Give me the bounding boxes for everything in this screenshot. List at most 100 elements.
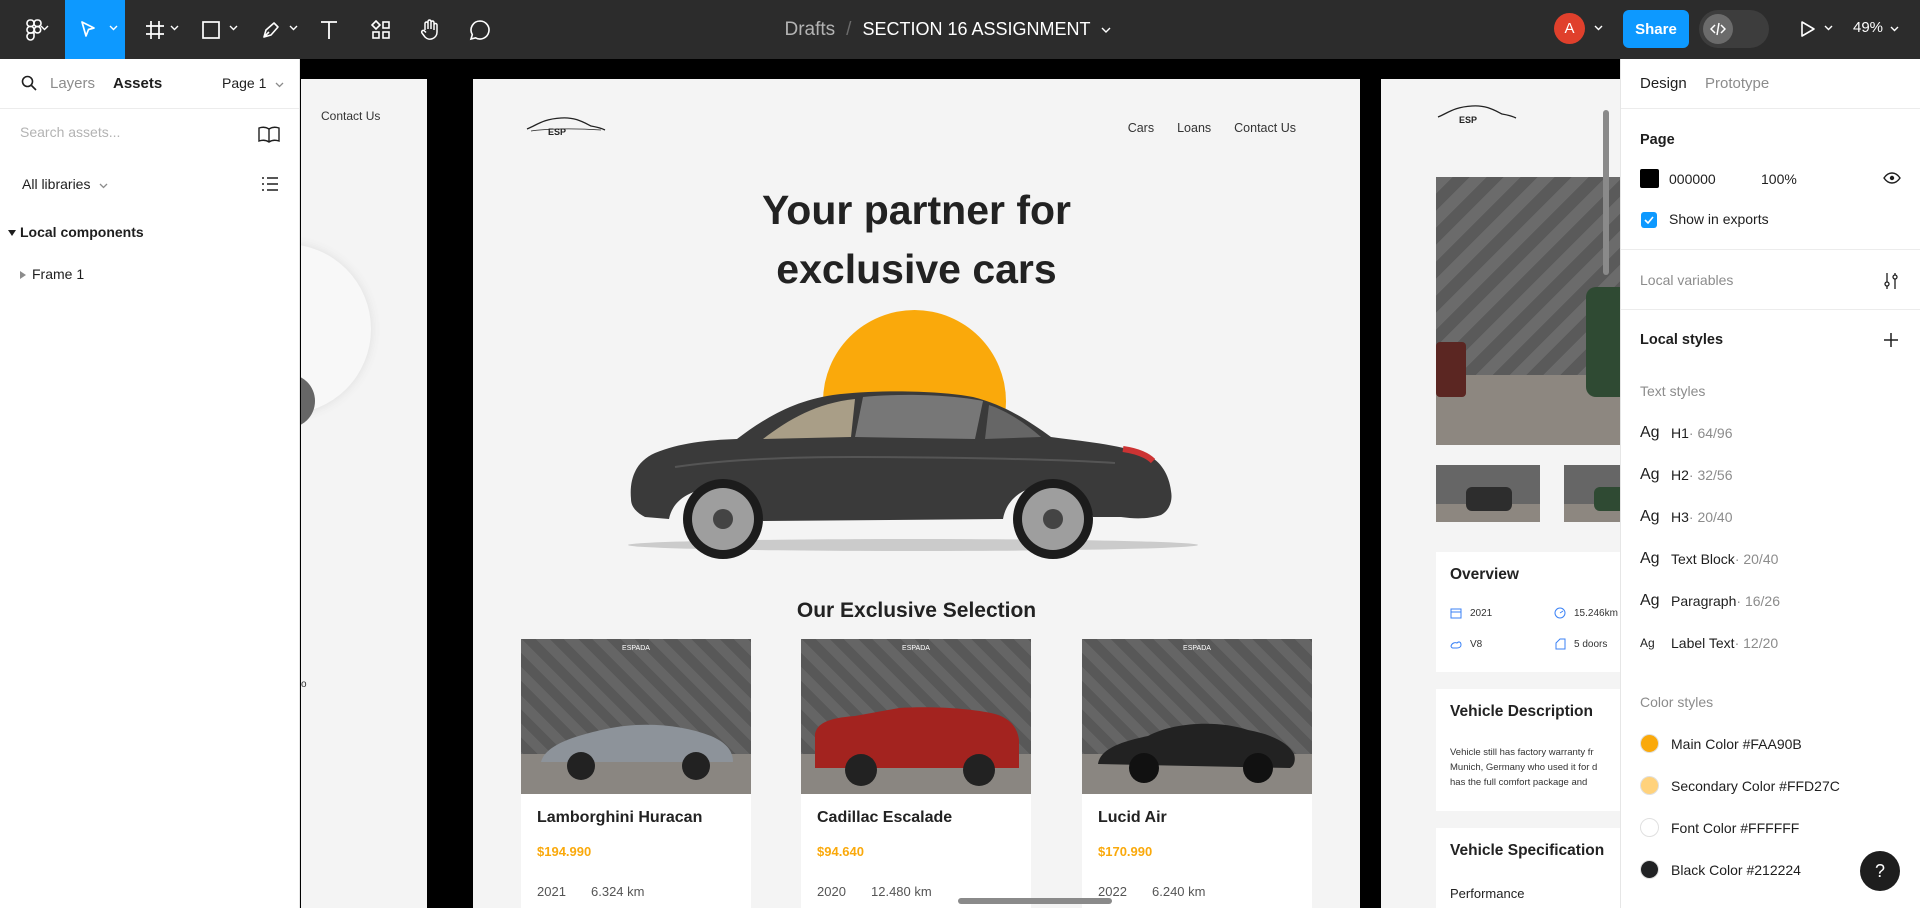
chevron-down-icon	[1890, 26, 1899, 32]
frame-main[interactable]: ESP Cars Loans Contact Us Your partner f…	[473, 79, 1360, 908]
caret-down-icon	[8, 230, 16, 236]
car-image	[815, 707, 1019, 786]
site-nav: Cars Loans Contact Us	[1128, 121, 1296, 135]
frame-tool-icon[interactable]	[140, 0, 170, 59]
hand-tool-icon[interactable]	[416, 0, 444, 59]
color-style-font[interactable]: Font Color #FFFFFF	[1640, 818, 1799, 837]
description-line: Munich, Germany who used it for d	[1450, 762, 1598, 773]
text-style-h3[interactable]: Ag H3 · 20/40	[1640, 507, 1733, 527]
tab-design[interactable]: Design	[1640, 75, 1687, 92]
car-mileage: 12.480 km	[871, 884, 932, 899]
vehicle-thumbnail	[1436, 465, 1540, 522]
local-variables-label[interactable]: Local variables	[1640, 272, 1733, 288]
share-button[interactable]: Share	[1623, 10, 1689, 48]
text-style-h2[interactable]: Ag H2 · 32/56	[1640, 465, 1733, 485]
text-style-preview: Ag	[1640, 636, 1655, 650]
car-year: 2020	[817, 884, 846, 899]
page-opacity[interactable]: 100%	[1761, 171, 1797, 187]
car-price: $94.640	[817, 844, 864, 859]
chevron-down-icon[interactable]	[170, 25, 179, 31]
top-toolbar: Drafts / SECTION 16 ASSIGNMENT A Share 4…	[0, 0, 1920, 59]
logo-text: ESP	[548, 127, 567, 137]
tab-layers[interactable]: Layers	[50, 75, 95, 92]
avatar[interactable]: A	[1554, 13, 1585, 44]
chevron-down-icon[interactable]	[40, 25, 49, 31]
chevron-down-icon[interactable]	[1101, 27, 1111, 33]
specification-subtitle: Performance	[1450, 886, 1525, 901]
page-selector[interactable]: Page 1	[222, 75, 284, 91]
text-style-paragraph[interactable]: Ag Paragraph · 16/26	[1640, 591, 1780, 611]
text-style-h1[interactable]: Ag H1 · 64/96	[1640, 423, 1733, 443]
text-style-preview: Ag	[1640, 550, 1660, 567]
divider	[1621, 249, 1920, 250]
frame-right-partial[interactable]: ESP Overview 2021 15.246km V8 5 doors Ve…	[1381, 79, 1620, 908]
text-style-meta: · 64/96	[1688, 425, 1733, 441]
help-button[interactable]: ?	[1860, 851, 1900, 891]
breadcrumb-drafts[interactable]: Drafts	[784, 19, 835, 41]
frame-left-partial[interactable]: Contact Us o	[301, 79, 427, 908]
chevron-down-icon	[109, 25, 118, 31]
text-style-name: Paragraph	[1671, 593, 1737, 609]
file-name[interactable]: SECTION 16 ASSIGNMENT	[862, 19, 1090, 40]
page-color-hex[interactable]: 000000	[1669, 171, 1716, 187]
right-sidebar: Design Prototype Page 000000 100% Show i…	[1620, 59, 1920, 908]
tab-prototype[interactable]: Prototype	[1705, 75, 1769, 92]
plus-icon[interactable]	[1883, 332, 1899, 348]
hero-title: Your partner for exclusive cars	[473, 181, 1360, 299]
specification-card: Vehicle Specification Performance	[1436, 828, 1620, 908]
present-icon[interactable]	[1800, 20, 1816, 38]
calendar-icon	[1450, 608, 1462, 619]
color-style-main[interactable]: Main Color #FAA90B	[1640, 734, 1802, 753]
vertical-scrollbar[interactable]	[1603, 110, 1609, 275]
text-style-preview: Ag	[1640, 508, 1660, 525]
eye-icon[interactable]	[1883, 172, 1901, 184]
show-in-exports-checkbox[interactable]	[1641, 212, 1657, 228]
text-style-name: Label Text	[1671, 635, 1735, 651]
text-style-label-text[interactable]: Ag Label Text · 12/20	[1640, 633, 1778, 653]
car-name: Cadillac Escalade	[817, 809, 953, 826]
search-assets-input[interactable]	[20, 124, 240, 140]
chevron-down-icon[interactable]	[229, 25, 238, 31]
tab-assets[interactable]: Assets	[113, 75, 162, 92]
shape-tool-icon[interactable]	[198, 0, 224, 59]
chevron-down-icon[interactable]	[1824, 25, 1833, 31]
sliders-icon[interactable]	[1883, 272, 1899, 290]
text-style-meta: · 20/40	[1734, 551, 1779, 567]
chevron-down-icon[interactable]	[289, 25, 298, 31]
resources-icon[interactable]	[367, 0, 395, 59]
color-style-secondary[interactable]: Secondary Color #FFD27C	[1640, 776, 1840, 795]
pen-tool-icon[interactable]	[258, 0, 284, 59]
text-style-text-block[interactable]: Ag Text Block · 20/40	[1640, 549, 1778, 569]
overview-engine: V8	[1450, 638, 1482, 650]
chevron-down-icon[interactable]	[1594, 25, 1603, 31]
overview-engine-value: V8	[1470, 638, 1483, 650]
search-assets-bar	[0, 110, 300, 160]
local-components-section[interactable]: Local components	[8, 224, 144, 240]
move-tool-button[interactable]	[65, 0, 125, 59]
text-tool-icon[interactable]	[316, 0, 342, 59]
car-door-icon	[1555, 638, 1566, 650]
color-style-black[interactable]: Black Color #212224	[1640, 860, 1801, 879]
libraries-dropdown[interactable]: All libraries	[22, 176, 108, 192]
text-style-name: Text Block	[1671, 551, 1735, 567]
text-style-preview: Ag	[1640, 424, 1660, 441]
local-components-label: Local components	[20, 224, 144, 240]
canvas[interactable]: Contact Us o ESP Cars Loans Contact Us Y…	[301, 59, 1620, 908]
car-image	[541, 724, 733, 780]
horizontal-scrollbar[interactable]	[958, 898, 1112, 904]
zoom-level[interactable]: 49%	[1853, 19, 1899, 36]
car-price: $194.990	[537, 844, 592, 859]
vehicle-hero-photo	[1436, 177, 1620, 445]
search-icon[interactable]	[21, 75, 37, 91]
page-color-swatch[interactable]	[1640, 169, 1659, 188]
library-book-icon[interactable]	[258, 126, 280, 143]
component-item-frame-1[interactable]: Frame 1	[20, 266, 84, 282]
text-style-name: H1	[1671, 425, 1689, 441]
left-sidebar: Layers Assets Page 1 All libraries Local…	[0, 59, 300, 908]
comment-icon[interactable]	[466, 0, 494, 59]
list-view-icon[interactable]	[261, 176, 279, 192]
dev-mode-toggle[interactable]	[1699, 10, 1769, 48]
libraries-label: All libraries	[22, 176, 91, 192]
speedometer-icon	[1554, 607, 1566, 619]
text-style-meta: · 32/56	[1688, 467, 1733, 483]
